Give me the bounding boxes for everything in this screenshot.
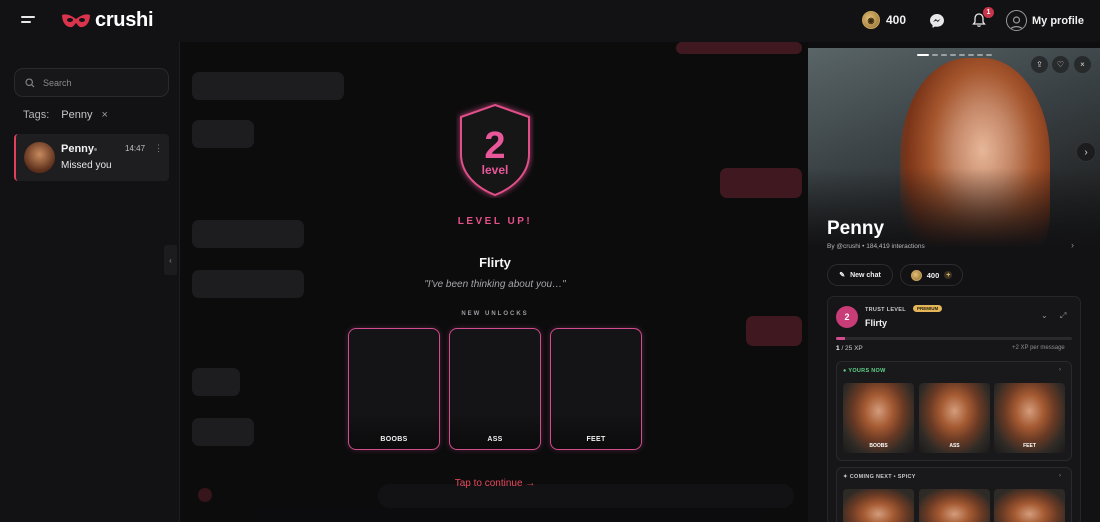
expand-icon[interactable]: ⤢	[1060, 311, 1066, 321]
trust-level-badge: 2	[836, 306, 858, 328]
unlock-card[interactable]: BOOBS	[348, 328, 440, 450]
premium-badge: PREMIUM	[913, 305, 943, 312]
profile-panel: ⇪ ♡ × › Penny By @crushi • 184,419 inter…	[808, 48, 1100, 522]
new-chat-button[interactable]: ✎ New chat	[827, 264, 893, 286]
unlock-card[interactable]: FEET	[550, 328, 642, 450]
tag-chip[interactable]: Penny ×	[61, 109, 108, 121]
level-up-heading: LEVEL UP!	[457, 216, 533, 227]
profile-coins-count: 400	[926, 270, 940, 280]
unlock-card[interactable]: ASS	[449, 328, 541, 450]
new-unlocks-label: NEW UNLOCKS	[461, 311, 529, 317]
unlocked-photo[interactable]: BOOBS	[843, 383, 914, 453]
unlocked-photo[interactable]: ASS	[919, 383, 990, 453]
more-options-icon[interactable]: ⋮	[154, 143, 163, 154]
trust-level-name: Flirty	[865, 318, 888, 328]
level-word: level	[482, 163, 509, 177]
unlock-label: BOOBS	[380, 436, 408, 443]
chevron-right-icon: ›	[1084, 146, 1088, 158]
search-placeholder: Search	[43, 77, 72, 88]
locked-photo[interactable]	[843, 489, 914, 522]
coming-next-label: ✦ COMING NEXT • SPICY	[843, 474, 916, 480]
coin-count: 400	[886, 13, 907, 27]
online-dot	[94, 148, 97, 151]
tap-label: Tap to continue	[454, 478, 523, 489]
conversation-time: 14:47	[125, 144, 146, 153]
unlocked-photo[interactable]: FEET	[994, 383, 1065, 453]
locked-photo[interactable]	[994, 489, 1065, 522]
close-icon[interactable]: ×	[1074, 56, 1091, 73]
avatar	[24, 142, 55, 173]
messenger-icon[interactable]	[929, 13, 945, 29]
unlocked-photo-label: BOOBS	[869, 443, 888, 449]
chevron-right-icon[interactable]: ›	[1059, 473, 1061, 479]
unlocked-photo-label: ASS	[949, 443, 960, 449]
xp-total: / 25 XP	[841, 345, 863, 352]
trust-level-label: TRUST LEVEL	[865, 307, 906, 313]
top-bar: crushi ◉ 400 1 My profile	[0, 0, 1100, 42]
profile-coins-button[interactable]: 400 +	[900, 264, 963, 286]
conversation-last-message: Missed you	[61, 160, 112, 171]
remove-tag-icon[interactable]: ×	[102, 109, 108, 121]
unlock-label: ASS	[487, 436, 503, 443]
level-name: Flirty	[479, 255, 511, 270]
profile-byline: By @crushi • 184,419 interactions	[827, 243, 925, 250]
coin-icon	[910, 269, 922, 281]
gallery-dots	[917, 54, 992, 56]
collapse-sidebar-button[interactable]: ‹	[164, 245, 177, 275]
unlocked-photo-label: FEET	[1023, 443, 1036, 449]
coming-next-text: COMING NEXT • SPICY	[849, 474, 916, 480]
level-number: 2	[484, 125, 505, 167]
profile-label: My profile	[1032, 14, 1084, 27]
yours-now-text: YOURS NOW	[848, 368, 886, 374]
conversation-name: Penny	[61, 143, 95, 155]
xp-current: 1	[836, 345, 840, 352]
search-icon	[25, 77, 35, 87]
coin-balance[interactable]: ◉ 400	[862, 11, 906, 29]
conversation-item[interactable]: Penny 14:47 ⋮ Missed you	[14, 134, 169, 181]
coming-next-section[interactable]: ✦ COMING NEXT • SPICY ›	[836, 467, 1072, 522]
yours-now-section[interactable]: ● YOURS NOW › BOOBS ASS FEET	[836, 361, 1072, 461]
plus-icon: +	[944, 271, 953, 279]
locked-photo[interactable]	[919, 489, 990, 522]
tags-row: Tags: Penny ×	[23, 109, 108, 121]
user-icon	[1006, 10, 1027, 31]
chevron-right-icon[interactable]: ›	[1059, 367, 1061, 373]
mask-logo-icon	[62, 13, 90, 27]
tap-to-continue-button[interactable]: Tap to continue →	[430, 478, 560, 489]
coin-icon: ◉	[862, 11, 880, 29]
tag-label: Penny	[61, 109, 93, 121]
chevron-left-icon: ‹	[169, 255, 172, 265]
edit-icon: ✎	[839, 272, 846, 279]
brand-name: crushi	[95, 9, 154, 31]
notification-badge: 1	[983, 7, 994, 18]
xp-text: 1 / 25 XP	[836, 345, 863, 352]
share-icon[interactable]: ⇪	[1031, 56, 1048, 73]
profile-button[interactable]: My profile	[1006, 10, 1084, 31]
arrow-right-icon: →	[525, 478, 536, 489]
new-chat-label: New chat	[850, 271, 881, 279]
trust-level-card: 2 TRUST LEVEL PREMIUM Flirty ⌄ ⤢ 1 / 25 …	[827, 296, 1081, 522]
search-input[interactable]: Search	[14, 68, 169, 97]
yours-now-label: ● YOURS NOW	[843, 368, 886, 374]
next-photo-button[interactable]: ›	[1076, 142, 1096, 162]
level-shield-icon: 2 level	[460, 103, 530, 197]
sparkle-icon: ✦	[843, 474, 848, 480]
xp-per-message: +2 XP per message	[1012, 345, 1065, 351]
tags-label: Tags:	[23, 109, 50, 121]
logo[interactable]: crushi	[61, 9, 154, 32]
sidebar: Search Tags: Penny × Penny 14:47 ⋮ Misse…	[0, 42, 180, 522]
xp-progress-fill	[836, 337, 846, 340]
xp-progress-bar	[836, 337, 1072, 340]
chevron-right-icon[interactable]: ›	[1071, 240, 1074, 250]
menu-icon[interactable]	[21, 16, 35, 26]
heart-icon[interactable]: ♡	[1052, 56, 1069, 73]
chevron-down-icon[interactable]: ⌄	[1041, 311, 1048, 320]
level-quote: "I've been thinking about you…"	[424, 279, 566, 290]
profile-name: Penny	[827, 218, 885, 239]
unlock-label: FEET	[586, 436, 606, 443]
